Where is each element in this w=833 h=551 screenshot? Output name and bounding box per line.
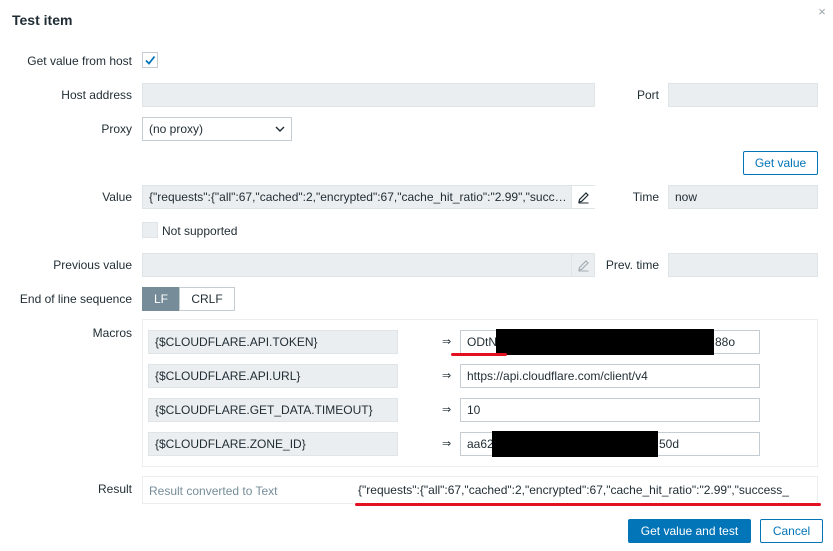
eol-option-crlf[interactable]: CRLF (179, 287, 235, 311)
get-value-from-host-label: Get value from host (27, 54, 132, 68)
result-label: Result (97, 482, 132, 496)
macro-value-end: 50d (659, 437, 680, 451)
get-value-button[interactable]: Get value (743, 151, 818, 175)
pencil-icon (578, 259, 589, 271)
value-label: Value (102, 190, 132, 204)
macro-name: {$CLOUDFLARE.GET_DATA.TIMEOUT} (148, 398, 398, 422)
arrow-icon: ⇒ (442, 438, 452, 450)
close-icon[interactable]: × (814, 4, 830, 20)
arrow-icon: ⇒ (442, 404, 452, 416)
prev-time-input[interactable] (668, 253, 818, 277)
not-supported-checkbox[interactable] (142, 222, 158, 238)
annotation-underline (355, 503, 821, 506)
redaction-box (492, 431, 658, 457)
port-input[interactable] (668, 83, 818, 107)
prev-time-label: Prev. time (605, 258, 659, 272)
redaction-box (496, 329, 714, 355)
edit-value-button[interactable] (571, 186, 595, 208)
macro-value-start: aa62 (467, 437, 494, 451)
time-input[interactable]: now (668, 185, 818, 209)
pencil-icon (578, 191, 589, 203)
previous-value-input[interactable] (142, 253, 595, 277)
value-text: {"requests":{"all":67,"cached":2,"encryp… (149, 190, 573, 204)
edit-previous-value-button (571, 254, 595, 276)
annotation-underline (451, 353, 507, 356)
proxy-select[interactable]: (no proxy) (142, 117, 292, 141)
result-text[interactable]: {"requests":{"all":67,"cached":2,"encryp… (358, 476, 814, 504)
proxy-selected-value: (no proxy) (149, 122, 204, 136)
macro-value-input[interactable]: https://api.cloudflare.com/client/v4 (460, 364, 760, 388)
cancel-button[interactable]: Cancel (760, 519, 823, 543)
macro-value-input[interactable]: 10 (460, 398, 760, 422)
get-value-from-host-checkbox[interactable] (142, 52, 158, 68)
macro-name: {$CLOUDFLARE.ZONE_ID} (148, 432, 398, 456)
arrow-icon: ⇒ (442, 370, 452, 382)
macro-value-end: 88o (715, 335, 736, 349)
host-address-input[interactable] (142, 83, 595, 107)
value-input[interactable]: {"requests":{"all":67,"cached":2,"encryp… (142, 185, 595, 209)
port-label: Port (636, 88, 659, 102)
previous-value-label: Previous value (53, 258, 132, 272)
dialog-title: Test item (12, 12, 73, 28)
macro-value-start: ODtN (467, 335, 497, 349)
eol-option-lf[interactable]: LF (142, 287, 180, 311)
macros-label: Macros (92, 326, 132, 340)
proxy-label: Proxy (101, 122, 132, 136)
not-supported-label: Not supported (162, 224, 238, 238)
arrow-icon: ⇒ (442, 336, 452, 348)
get-value-and-test-button[interactable]: Get value and test (628, 519, 751, 543)
chevron-down-icon (275, 126, 285, 132)
host-address-label: Host address (61, 88, 132, 102)
result-note: Result converted to Text (149, 484, 278, 498)
macro-name: {$CLOUDFLARE.API.URL} (148, 364, 398, 388)
eol-label: End of line sequence (19, 292, 132, 306)
macro-name: {$CLOUDFLARE.API.TOKEN} (148, 330, 398, 354)
checkmark-icon (145, 55, 156, 65)
time-label: Time (632, 190, 659, 204)
